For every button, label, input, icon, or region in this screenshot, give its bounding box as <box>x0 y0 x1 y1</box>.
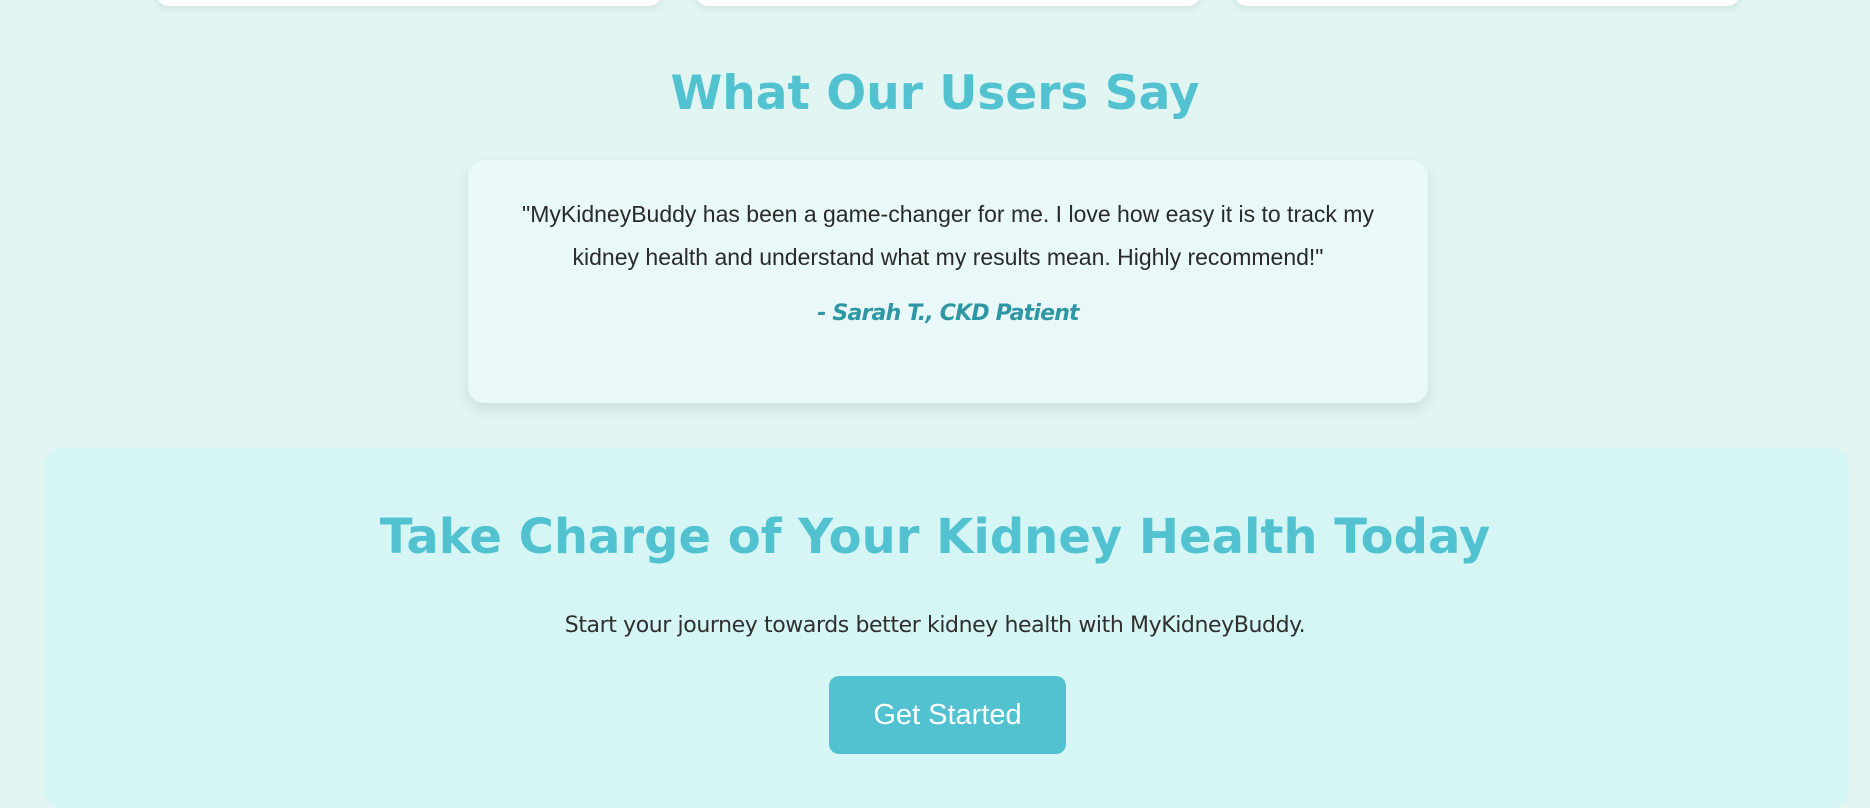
testimonial-card: "MyKidneyBuddy has been a game-changer f… <box>468 160 1428 403</box>
feature-card <box>1234 0 1740 6</box>
testimonials-heading: What Our Users Say <box>670 66 1200 121</box>
get-started-button[interactable]: Get Started <box>829 676 1066 754</box>
testimonial-quote: "MyKidneyBuddy has been a game-changer f… <box>522 201 1374 270</box>
cta-subtitle: Start your journey towards better kidney… <box>564 613 1306 638</box>
testimonial-author: - Sarah T., CKD Patient <box>817 301 1079 326</box>
cta-heading: Take Charge of Your Kidney Health Today <box>379 509 1491 565</box>
feature-card <box>156 0 662 6</box>
feature-card <box>695 0 1201 6</box>
